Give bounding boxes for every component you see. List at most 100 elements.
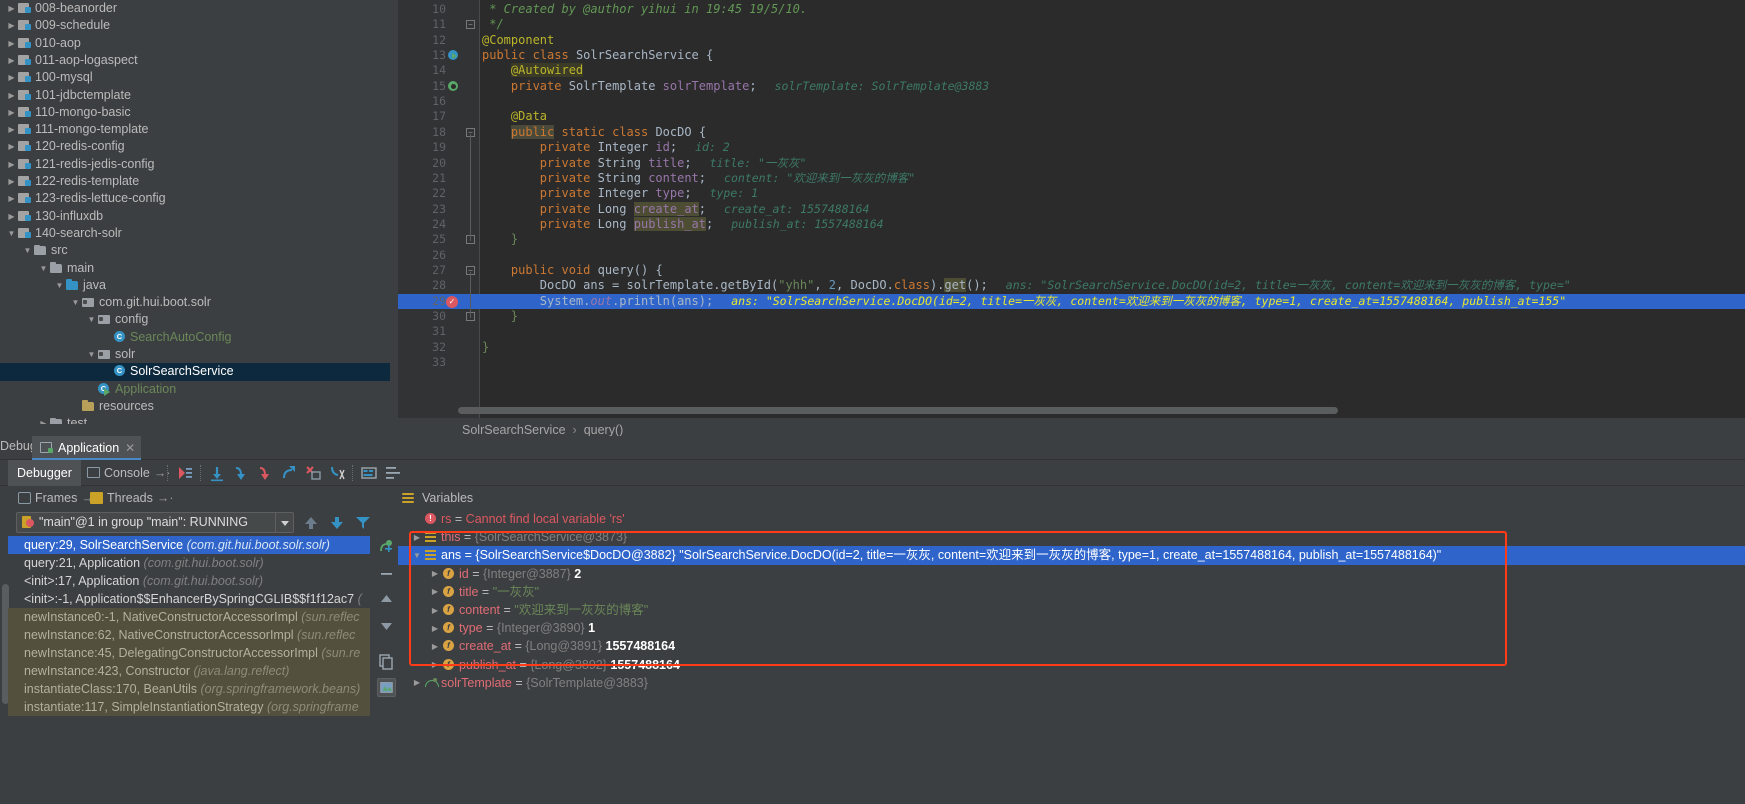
variable-row[interactable]: rs = Cannot find local variable 'rs' (398, 510, 1745, 528)
variable-twisty[interactable] (428, 620, 442, 638)
tree-item[interactable]: 101-jdbctemplate (0, 87, 390, 104)
code-line[interactable]: 25 } (398, 232, 1745, 247)
code-line[interactable]: 29 System.out.println(ans);ans: "SolrSea… (398, 294, 1745, 309)
code-line[interactable]: 31 (398, 324, 1745, 339)
code-line[interactable]: 19 private Integer id;id: 2 (398, 140, 1745, 155)
step-into-button[interactable] (232, 464, 250, 482)
force-step-into-button[interactable] (256, 464, 274, 482)
frame-list-item[interactable]: <init>:17, Application (com.git.hui.boot… (8, 572, 370, 590)
thread-selector[interactable]: "main"@1 in group "main": RUNNING (16, 512, 294, 533)
variable-twisty[interactable] (410, 674, 424, 692)
variable-row[interactable]: solrTemplate = {SolrTemplate@3883} (398, 674, 1745, 692)
step-out-button[interactable] (280, 464, 298, 482)
tree-twisty[interactable] (54, 277, 65, 294)
tree-item[interactable]: 100-mysql (0, 69, 390, 86)
move-up-button[interactable] (377, 590, 396, 609)
variable-row[interactable]: id = {Integer@3887} 2 (398, 565, 1745, 583)
tree-twisty[interactable] (38, 415, 49, 424)
variable-twisty[interactable] (410, 529, 424, 547)
frame-list-item[interactable]: newInstance0:-1, NativeConstructorAccess… (8, 608, 370, 626)
tree-twisty[interactable] (6, 225, 17, 242)
close-icon[interactable]: ✕ (125, 436, 135, 460)
tree-twisty[interactable] (6, 52, 17, 69)
tree-twisty[interactable] (6, 138, 17, 155)
editor-hscrollbar[interactable] (458, 407, 1738, 414)
tab-threads[interactable]: Threads→· (90, 486, 174, 510)
code-line[interactable]: 11 */ (398, 17, 1745, 32)
code-line[interactable]: 14 @Autowired (398, 63, 1745, 78)
tree-twisty[interactable] (6, 35, 17, 52)
variable-twisty[interactable] (428, 602, 442, 620)
tree-twisty[interactable] (6, 0, 17, 17)
tree-twisty[interactable] (86, 346, 97, 363)
filter-frames-button[interactable] (354, 514, 372, 532)
code-line[interactable]: 23 private Long create_at;create_at: 155… (398, 202, 1745, 217)
scrollbar-thumb[interactable] (458, 407, 1338, 414)
variable-twisty[interactable] (428, 583, 442, 601)
code-line[interactable]: 28 DocDO ans = solrTemplate.getById("yhh… (398, 278, 1745, 293)
breadcrumb-item[interactable]: SolrSearchService (462, 423, 566, 437)
tree-item[interactable]: 009-schedule (0, 17, 390, 34)
chevron-down-icon[interactable] (275, 513, 293, 532)
tree-item[interactable]: config (0, 311, 390, 328)
tab-debugger[interactable]: Debugger (8, 460, 81, 486)
drop-frame-button[interactable] (304, 464, 322, 482)
move-down-button[interactable] (377, 616, 396, 635)
tree-twisty[interactable] (6, 156, 17, 173)
layout-settings-button[interactable] (384, 464, 402, 482)
frame-list-item[interactable]: query:29, SolrSearchService (com.git.hui… (8, 536, 370, 554)
code-line[interactable]: 32} (398, 340, 1745, 355)
tab-frames[interactable]: Frames→· (18, 486, 98, 510)
tree-editor-splitter[interactable] (390, 0, 398, 424)
variable-row[interactable]: publish_at = {Long@3892} 1557488164 (398, 656, 1745, 674)
tree-item[interactable]: com.git.hui.boot.solr (0, 294, 390, 311)
frame-list-item[interactable]: newInstance:62, NativeConstructorAccesso… (8, 626, 370, 644)
tree-item[interactable]: resources (0, 398, 390, 415)
tree-item[interactable]: SearchAutoConfig (0, 329, 390, 346)
tree-twisty[interactable] (6, 87, 17, 104)
run-gutter-icon[interactable] (448, 50, 459, 61)
tree-item[interactable]: 008-beanorder (0, 0, 390, 17)
tree-item[interactable]: 122-redis-template (0, 173, 390, 190)
copy-value-button[interactable] (377, 652, 396, 671)
tree-twisty[interactable] (6, 190, 17, 207)
tree-twisty[interactable] (6, 104, 17, 121)
tree-twisty[interactable] (70, 294, 81, 311)
tree-item[interactable]: 111-mongo-template (0, 121, 390, 138)
variable-twisty[interactable] (428, 565, 442, 583)
frame-list-item[interactable]: query:21, Application (com.git.hui.boot.… (8, 554, 370, 572)
breadcrumb-item[interactable]: query() (584, 423, 624, 437)
frame-list-item[interactable]: <init>:-1, Application$$EnhancerBySpring… (8, 590, 370, 608)
code-editor[interactable]: 10 * Created by @author yihui in 19:45 1… (398, 0, 1745, 424)
code-line[interactable]: 17 @Data (398, 109, 1745, 124)
frame-list-item[interactable]: newInstance:45, DelegatingConstructorAcc… (8, 644, 370, 662)
run-to-cursor-button[interactable] (328, 464, 346, 482)
evaluate-expression-button[interactable] (360, 464, 378, 482)
tree-twisty[interactable] (38, 260, 49, 277)
fold-marker[interactable]: − (466, 20, 475, 29)
show-execution-point-button[interactable] (176, 464, 194, 482)
tree-item[interactable]: solr (0, 346, 390, 363)
tree-item[interactable]: Application (0, 381, 390, 398)
variable-twisty[interactable] (428, 638, 442, 656)
tree-item[interactable]: 140-search-solr (0, 225, 390, 242)
tree-item[interactable]: java (0, 277, 390, 294)
code-line[interactable]: 18 public static class DocDO { (398, 125, 1745, 140)
code-line[interactable]: 12@Component (398, 33, 1745, 48)
code-line[interactable]: 13public class SolrSearchService { (398, 48, 1745, 63)
tree-twisty[interactable] (22, 242, 33, 259)
tree-twisty[interactable] (6, 208, 17, 225)
add-watch-button[interactable] (377, 538, 396, 557)
variable-row[interactable]: create_at = {Long@3891} 1557488164 (398, 637, 1745, 655)
variable-row[interactable]: content = "欢迎来到一灰灰的博客" (398, 601, 1745, 619)
debug-run-config-tab[interactable]: Application ✕ (32, 436, 141, 460)
tab-console[interactable]: Console→· (78, 460, 180, 486)
frame-up-button[interactable] (302, 514, 320, 532)
code-line[interactable]: 26 (398, 248, 1745, 263)
frame-down-button[interactable] (328, 514, 346, 532)
code-lines[interactable]: 10 * Created by @author yihui in 19:45 1… (398, 0, 1745, 407)
tree-item[interactable]: 011-aop-logaspect (0, 52, 390, 69)
tree-twisty[interactable] (6, 17, 17, 34)
tree-item[interactable]: 121-redis-jedis-config (0, 156, 390, 173)
variable-row[interactable]: this = {SolrSearchService@3873} (398, 528, 1745, 546)
